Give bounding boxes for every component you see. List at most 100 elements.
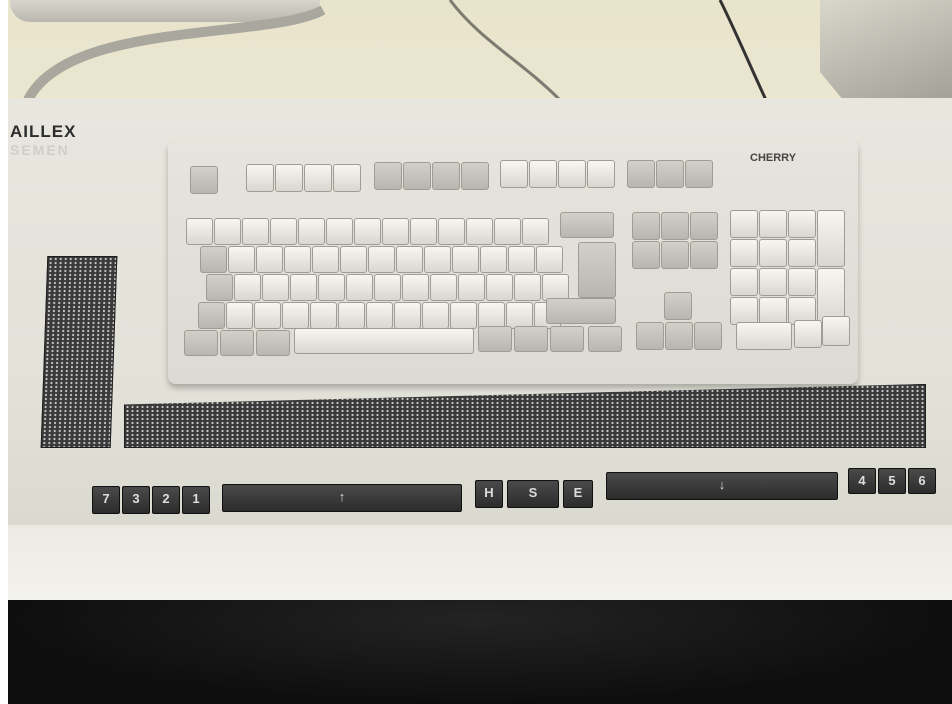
keyboard-key[interactable] bbox=[256, 330, 290, 356]
keyboard-key[interactable] bbox=[186, 218, 213, 245]
keyboard-key[interactable] bbox=[794, 320, 822, 348]
scroll-up-bar[interactable]: ↑ bbox=[222, 484, 462, 512]
keyboard-key[interactable] bbox=[312, 246, 339, 273]
keyboard-key[interactable] bbox=[730, 268, 758, 296]
keyboard-key[interactable] bbox=[506, 302, 533, 329]
keyboard-key[interactable] bbox=[486, 274, 513, 301]
keyboard-key[interactable] bbox=[478, 302, 505, 329]
key-6[interactable]: 6 bbox=[908, 468, 936, 494]
keyboard-key[interactable] bbox=[560, 212, 614, 238]
keyboard-key[interactable] bbox=[333, 164, 361, 192]
keyboard-key[interactable] bbox=[198, 302, 225, 329]
keyboard-key[interactable] bbox=[254, 302, 281, 329]
keyboard-key[interactable] bbox=[736, 322, 792, 350]
keyboard-key[interactable] bbox=[270, 218, 297, 245]
keyboard-key[interactable] bbox=[346, 274, 373, 301]
keyboard-key[interactable] bbox=[759, 297, 787, 325]
keyboard-key[interactable] bbox=[458, 274, 485, 301]
keyboard-key[interactable] bbox=[478, 326, 512, 352]
keyboard-key[interactable] bbox=[632, 241, 660, 269]
key-7[interactable]: 7 bbox=[92, 486, 120, 514]
keyboard-key[interactable] bbox=[354, 218, 381, 245]
keyboard-key[interactable] bbox=[508, 246, 535, 273]
keyboard-key[interactable] bbox=[452, 246, 479, 273]
keyboard-key[interactable] bbox=[294, 328, 474, 354]
keyboard-key[interactable] bbox=[665, 322, 693, 350]
keyboard-key[interactable] bbox=[730, 297, 758, 325]
keyboard-key[interactable] bbox=[262, 274, 289, 301]
keyboard-key[interactable] bbox=[424, 246, 451, 273]
keyboard-key[interactable] bbox=[690, 241, 718, 269]
keyboard-key[interactable] bbox=[759, 268, 787, 296]
vertical-braille-cells[interactable] bbox=[40, 256, 118, 448]
keyboard-key[interactable] bbox=[664, 292, 692, 320]
key-4[interactable]: 4 bbox=[848, 468, 876, 494]
keyboard-key[interactable] bbox=[430, 274, 457, 301]
keyboard-key[interactable] bbox=[788, 268, 816, 296]
keyboard-key[interactable] bbox=[817, 210, 845, 267]
keyboard-key[interactable] bbox=[275, 164, 303, 192]
keyboard-key[interactable] bbox=[694, 322, 722, 350]
keyboard-key[interactable] bbox=[550, 326, 584, 352]
keyboard-key[interactable] bbox=[661, 241, 689, 269]
keyboard-key[interactable] bbox=[290, 274, 317, 301]
keyboard-key[interactable] bbox=[190, 166, 218, 194]
keyboard-key[interactable] bbox=[200, 246, 227, 273]
key-1[interactable]: 1 bbox=[182, 486, 210, 514]
keyboard-key[interactable] bbox=[632, 212, 660, 240]
keyboard-key[interactable] bbox=[304, 164, 332, 192]
keyboard-key[interactable] bbox=[368, 246, 395, 273]
keyboard-key[interactable] bbox=[326, 218, 353, 245]
key-3[interactable]: 3 bbox=[122, 486, 150, 514]
keyboard-key[interactable] bbox=[788, 239, 816, 267]
keyboard-key[interactable] bbox=[788, 210, 816, 238]
keyboard-key[interactable] bbox=[685, 160, 713, 188]
keyboard-key[interactable] bbox=[366, 302, 393, 329]
keyboard-key[interactable] bbox=[246, 164, 274, 192]
keyboard-key[interactable] bbox=[438, 218, 465, 245]
keyboard-key[interactable] bbox=[587, 160, 615, 188]
keyboard-key[interactable] bbox=[466, 218, 493, 245]
key-2[interactable]: 2 bbox=[152, 486, 180, 514]
keyboard-key[interactable] bbox=[588, 326, 622, 352]
keyboard-key[interactable] bbox=[730, 239, 758, 267]
keyboard-key[interactable] bbox=[661, 212, 689, 240]
keyboard-key[interactable] bbox=[214, 218, 241, 245]
keyboard-key[interactable] bbox=[636, 322, 664, 350]
keyboard-key[interactable] bbox=[310, 302, 337, 329]
keyboard-key[interactable] bbox=[578, 242, 616, 298]
key-e[interactable]: E bbox=[563, 480, 593, 508]
keyboard-key[interactable] bbox=[546, 298, 616, 324]
keyboard-key[interactable] bbox=[403, 162, 431, 190]
keyboard-key[interactable] bbox=[759, 239, 787, 267]
key-5[interactable]: 5 bbox=[878, 468, 906, 494]
keyboard-key[interactable] bbox=[480, 246, 507, 273]
keyboard-key[interactable] bbox=[690, 212, 718, 240]
keyboard-key[interactable] bbox=[206, 274, 233, 301]
keyboard-key[interactable] bbox=[284, 246, 311, 273]
keyboard-key[interactable] bbox=[396, 246, 423, 273]
keyboard-key[interactable] bbox=[461, 162, 489, 190]
keyboard-key[interactable] bbox=[228, 246, 255, 273]
keyboard-key[interactable] bbox=[522, 218, 549, 245]
keyboard-key[interactable] bbox=[730, 210, 758, 238]
keyboard-key[interactable] bbox=[318, 274, 345, 301]
keyboard-key[interactable] bbox=[627, 160, 655, 188]
keyboard-key[interactable] bbox=[558, 160, 586, 188]
keyboard-key[interactable] bbox=[529, 160, 557, 188]
keyboard-key[interactable] bbox=[536, 246, 563, 273]
keyboard-key[interactable] bbox=[382, 218, 409, 245]
keyboard-key[interactable] bbox=[338, 302, 365, 329]
scroll-down-bar[interactable]: ↓ bbox=[606, 472, 838, 500]
key-h[interactable]: H bbox=[475, 480, 503, 508]
keyboard-key[interactable] bbox=[184, 330, 218, 356]
keyboard-key[interactable] bbox=[500, 160, 528, 188]
keyboard-key[interactable] bbox=[242, 218, 269, 245]
keyboard-key[interactable] bbox=[494, 218, 521, 245]
keyboard-key[interactable] bbox=[282, 302, 309, 329]
keyboard-key[interactable] bbox=[394, 302, 421, 329]
keyboard-key[interactable] bbox=[374, 162, 402, 190]
key-s[interactable]: S bbox=[507, 480, 559, 508]
keyboard-key[interactable] bbox=[340, 246, 367, 273]
keyboard-key[interactable] bbox=[220, 330, 254, 356]
